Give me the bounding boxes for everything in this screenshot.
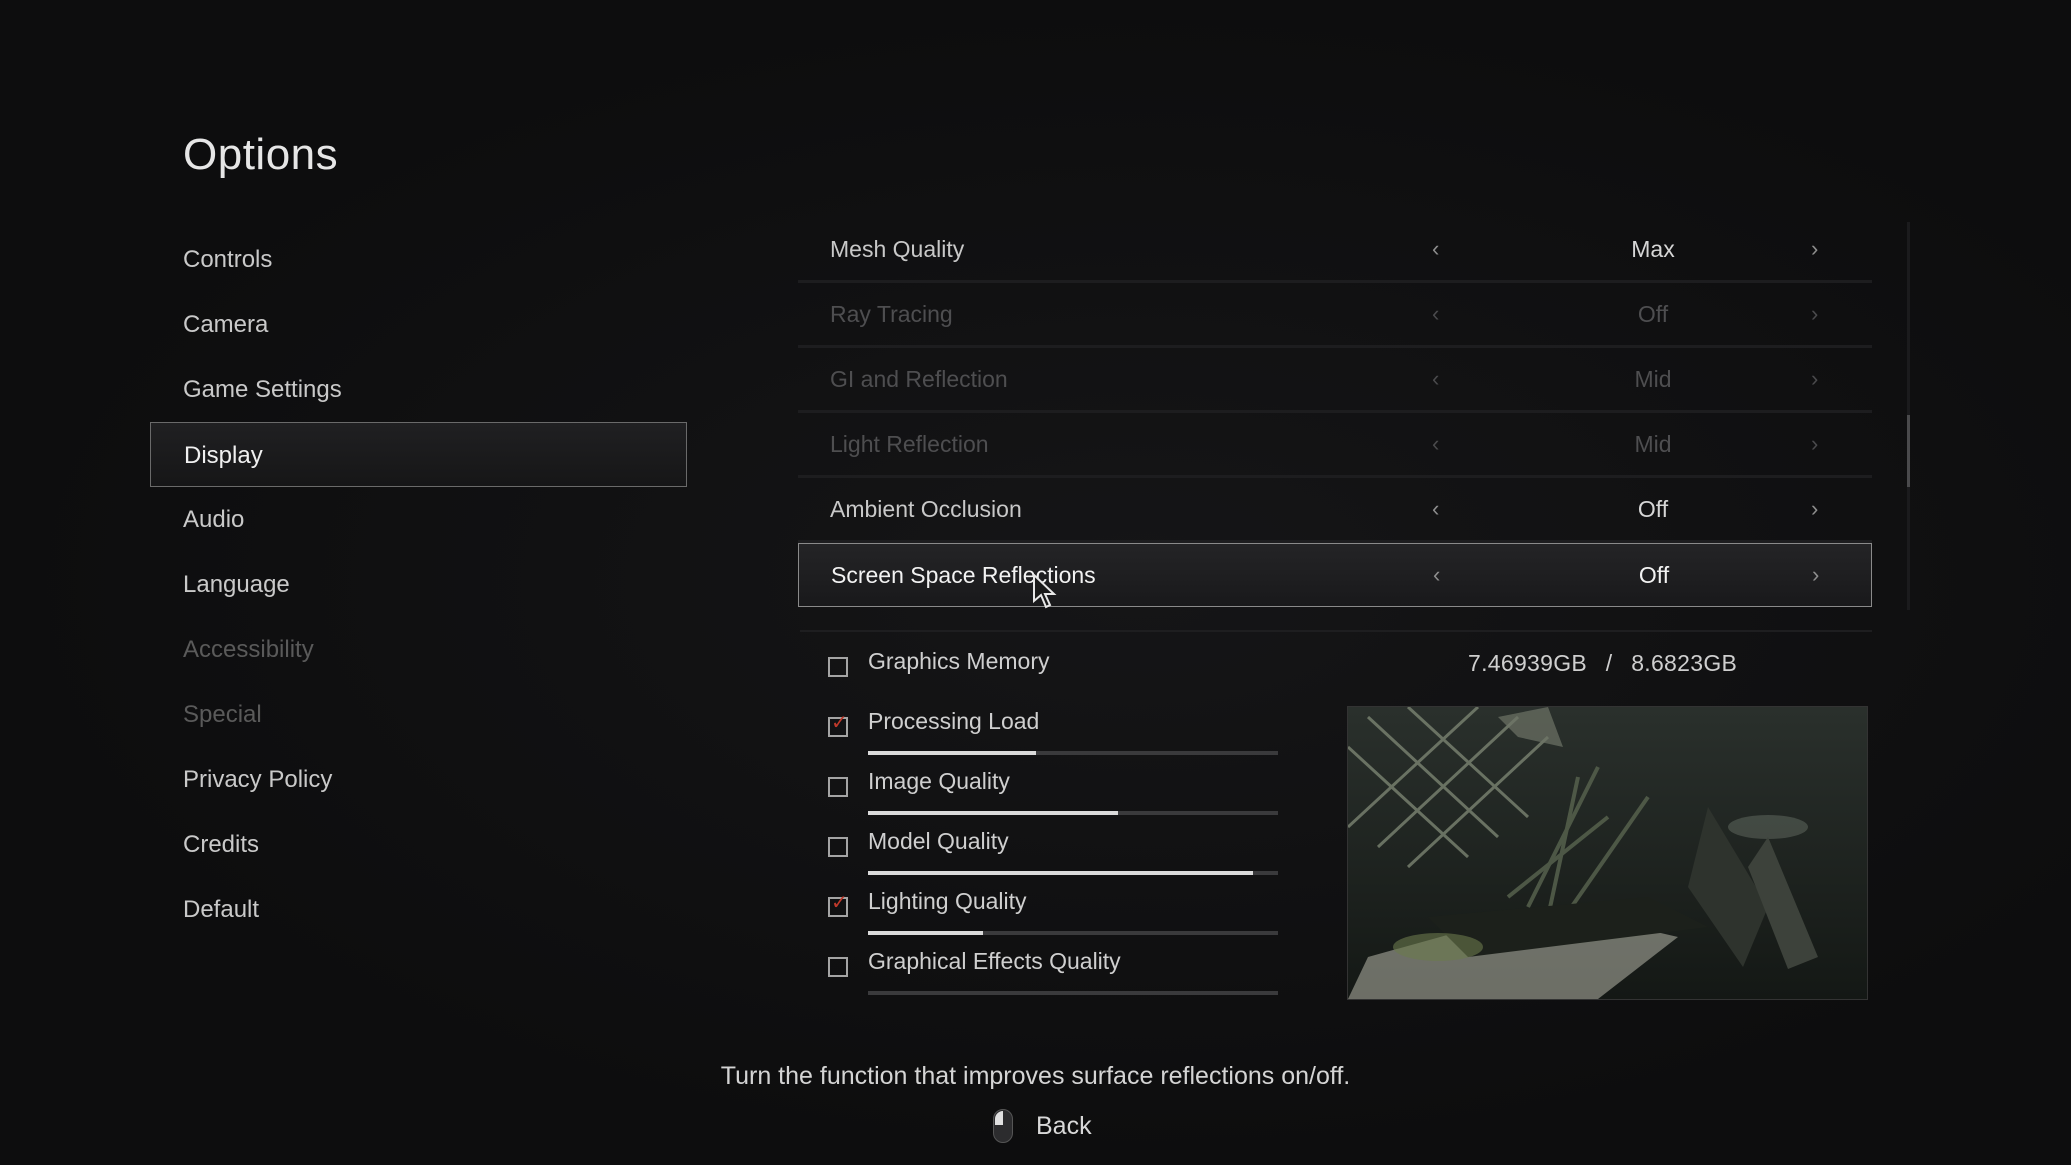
- menu-item-special: Special: [183, 701, 262, 728]
- perf-label: Processing Load: [868, 708, 1040, 734]
- perf-label: Graphical Effects Quality: [868, 948, 1121, 974]
- arrow-right-icon: ›: [1811, 366, 1819, 391]
- setting-label: Mesh Quality: [830, 236, 965, 262]
- menu-item-camera[interactable]: Camera: [150, 292, 687, 357]
- perf-checkbox[interactable]: ✓: [828, 893, 848, 917]
- setting-row-ray-tracing: Ray Tracing ‹ Off ›: [798, 283, 1872, 348]
- setting-row-gi-and-reflection: GI and Reflection ‹ Mid ›: [798, 348, 1872, 413]
- menu-item-controls[interactable]: Controls: [150, 227, 687, 292]
- arrow-left-icon: ‹: [1432, 431, 1440, 456]
- perf-bar-fill: [868, 931, 983, 935]
- setting-row-mesh-quality[interactable]: Mesh Quality ‹ Max ›: [798, 218, 1872, 283]
- perf-label: Image Quality: [868, 768, 1010, 794]
- setting-row-light-reflection: Light Reflection ‹ Mid ›: [798, 413, 1872, 478]
- menu-item-credits[interactable]: Credits: [150, 812, 687, 877]
- perf-label: Lighting Quality: [868, 888, 1027, 914]
- menu-item-privacy-policy[interactable]: Privacy Policy: [150, 747, 687, 812]
- perf-bar: [868, 751, 1278, 755]
- menu-item-game-settings[interactable]: Game Settings: [150, 357, 687, 422]
- setting-value: Mid: [1634, 366, 1672, 392]
- scene-preview-art: [1348, 707, 1867, 999]
- arrow-left-icon[interactable]: ‹: [1432, 478, 1439, 540]
- check-icon: ✓: [831, 712, 848, 734]
- perf-bar-fill: [868, 811, 1119, 815]
- graphics-memory-separator: /: [1605, 650, 1613, 676]
- graphics-memory-checkbox[interactable]: [828, 657, 848, 677]
- setting-label: Light Reflection: [830, 431, 989, 457]
- perf-row-graphical-effects-quality: Graphical Effects Quality: [828, 940, 1298, 1000]
- performance-panel: Graphics Memory ✓ Processing Load Image Qua…: [828, 640, 1298, 1000]
- arrow-left-icon: ‹: [1432, 301, 1440, 326]
- graphics-memory-total: 8.6823GB: [1631, 650, 1738, 676]
- perf-bar: [868, 991, 1278, 995]
- setting-label: Ray Tracing: [830, 301, 953, 327]
- arrow-right-icon: ›: [1811, 301, 1819, 326]
- perf-row-processing-load: ✓ Processing Load: [828, 700, 1298, 760]
- perf-checkbox[interactable]: [828, 957, 848, 977]
- arrow-right-icon[interactable]: ›: [1812, 544, 1819, 606]
- menu-item-accessibility: Accessibility: [183, 636, 314, 663]
- menu-item-audio[interactable]: Audio: [150, 487, 687, 552]
- setting-row-ambient-occlusion[interactable]: Ambient Occlusion ‹ Off ›: [798, 478, 1872, 543]
- setting-value: Off: [1637, 301, 1669, 327]
- setting-value: Off: [1637, 496, 1669, 522]
- setting-value: Off: [1638, 562, 1670, 588]
- perf-checkbox[interactable]: ✓: [828, 713, 848, 737]
- perf-bar: [868, 931, 1278, 935]
- perf-label: Model Quality: [868, 828, 1009, 854]
- back-label: Back: [1036, 1111, 1092, 1140]
- mouse-left-click-icon: [993, 1109, 1013, 1143]
- graphics-memory-row: Graphics Memory: [828, 640, 1298, 700]
- arrow-right-icon[interactable]: ›: [1811, 218, 1818, 280]
- display-settings-list: Mesh Quality ‹ Max › Ray Tracing ‹ Off › GI and …: [798, 218, 1872, 607]
- options-menu: Controls Camera Game Settings Display Audio L…: [150, 227, 687, 942]
- arrow-left-icon[interactable]: ‹: [1433, 544, 1440, 606]
- setting-value: Mid: [1634, 431, 1672, 457]
- mouse-cursor-icon: [1033, 574, 1057, 609]
- menu-item-language[interactable]: Language: [150, 552, 687, 617]
- setting-row-screen-space-reflections[interactable]: Screen Space Reflections ‹ Off ›: [798, 543, 1872, 607]
- page-title: Options: [183, 130, 339, 179]
- graphics-memory-readout: 7.46939GB / 8.6823GB: [1468, 650, 1737, 677]
- back-button[interactable]: Back: [993, 1106, 1092, 1146]
- menu-item-display[interactable]: Display: [150, 422, 687, 487]
- menu-item-default[interactable]: Default: [150, 877, 687, 942]
- section-divider: [800, 630, 1872, 632]
- perf-row-model-quality: Model Quality: [828, 820, 1298, 880]
- perf-bar-fill: [868, 871, 1254, 875]
- arrow-left-icon: ‹: [1432, 366, 1440, 391]
- help-text: Turn the function that improves surface …: [720, 1062, 1351, 1090]
- perf-bar: [868, 811, 1278, 815]
- perf-checkbox[interactable]: [828, 837, 848, 857]
- perf-checkbox[interactable]: [828, 777, 848, 797]
- setting-value: Max: [1631, 236, 1675, 262]
- perf-row-image-quality: Image Quality: [828, 760, 1298, 820]
- arrow-right-icon[interactable]: ›: [1811, 478, 1818, 540]
- perf-row-lighting-quality: ✓ Lighting Quality: [828, 880, 1298, 940]
- perf-bar-fill: [868, 751, 1037, 755]
- arrow-left-icon[interactable]: ‹: [1432, 218, 1439, 280]
- graphics-memory-used: 7.46939GB: [1468, 650, 1588, 676]
- perf-bar: [868, 871, 1278, 875]
- check-icon: ✓: [831, 892, 848, 914]
- settings-scrollbar-thumb[interactable]: [1907, 415, 1910, 487]
- scene-preview-image: [1347, 706, 1868, 1000]
- graphics-memory-label: Graphics Memory: [868, 648, 1050, 674]
- setting-label: Ambient Occlusion: [830, 496, 1022, 522]
- setting-label: GI and Reflection: [830, 366, 1008, 392]
- arrow-right-icon: ›: [1811, 431, 1819, 456]
